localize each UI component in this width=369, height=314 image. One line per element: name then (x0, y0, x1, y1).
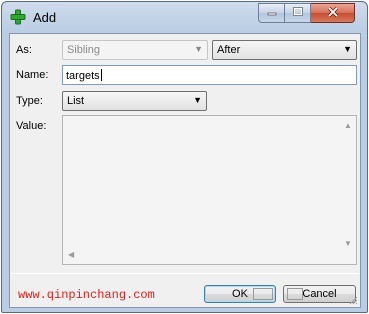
as-select-value: Sibling (67, 44, 101, 56)
add-dialog: Add As: Sibling ▼ After ▼ Name: targets … (1, 1, 368, 313)
value-textarea[interactable]: ▲ ▼ ◀ (62, 115, 357, 265)
watermark-text: www.qinpinchang.com (18, 288, 155, 302)
focus-overlay (287, 288, 303, 300)
maximize-icon (292, 7, 303, 19)
type-select[interactable]: List ▼ (62, 91, 207, 111)
resize-grip-icon[interactable] (348, 295, 358, 305)
cancel-button-label: Cancel (302, 288, 337, 300)
as-select[interactable]: Sibling ▼ (62, 40, 208, 60)
chevron-down-icon: ▼ (194, 44, 203, 54)
title-bar[interactable]: Add (2, 2, 367, 32)
scroll-down-icon[interactable]: ▼ (344, 239, 352, 248)
minimize-icon (267, 7, 277, 19)
type-select-value: List (67, 95, 85, 107)
close-icon (327, 6, 339, 20)
scroll-left-icon[interactable]: ◀ (68, 250, 74, 259)
scroll-up-icon[interactable]: ▲ (344, 121, 352, 130)
cancel-button[interactable]: Cancel (283, 285, 356, 303)
footer-divider (11, 273, 359, 274)
text-caret (100, 69, 102, 81)
focus-overlay (253, 288, 273, 300)
horizontal-scrollbar[interactable]: ◀ (63, 247, 339, 264)
chevron-down-icon: ▼ (193, 95, 202, 105)
ok-button[interactable]: OK (204, 285, 276, 303)
value-label: Value: (16, 120, 47, 132)
name-field-value: targets (66, 70, 100, 82)
maximize-button[interactable] (285, 3, 311, 23)
minimize-button[interactable] (258, 3, 285, 23)
close-button[interactable] (311, 3, 355, 23)
name-label: Name: (16, 69, 49, 81)
as-label: As: (16, 44, 32, 56)
vertical-scrollbar[interactable]: ▲ ▼ (339, 116, 356, 248)
type-label: Type: (16, 95, 43, 107)
window-title: Add (33, 10, 57, 25)
plus-icon (10, 9, 26, 25)
chevron-down-icon: ▼ (343, 44, 352, 54)
name-field[interactable]: targets (62, 65, 357, 85)
position-select[interactable]: After ▼ (212, 40, 357, 60)
caption-buttons (258, 3, 355, 23)
ok-button-label: OK (232, 288, 248, 300)
position-select-value: After (217, 44, 241, 56)
dialog-body: As: Sibling ▼ After ▼ Name: targets Type… (9, 33, 361, 308)
